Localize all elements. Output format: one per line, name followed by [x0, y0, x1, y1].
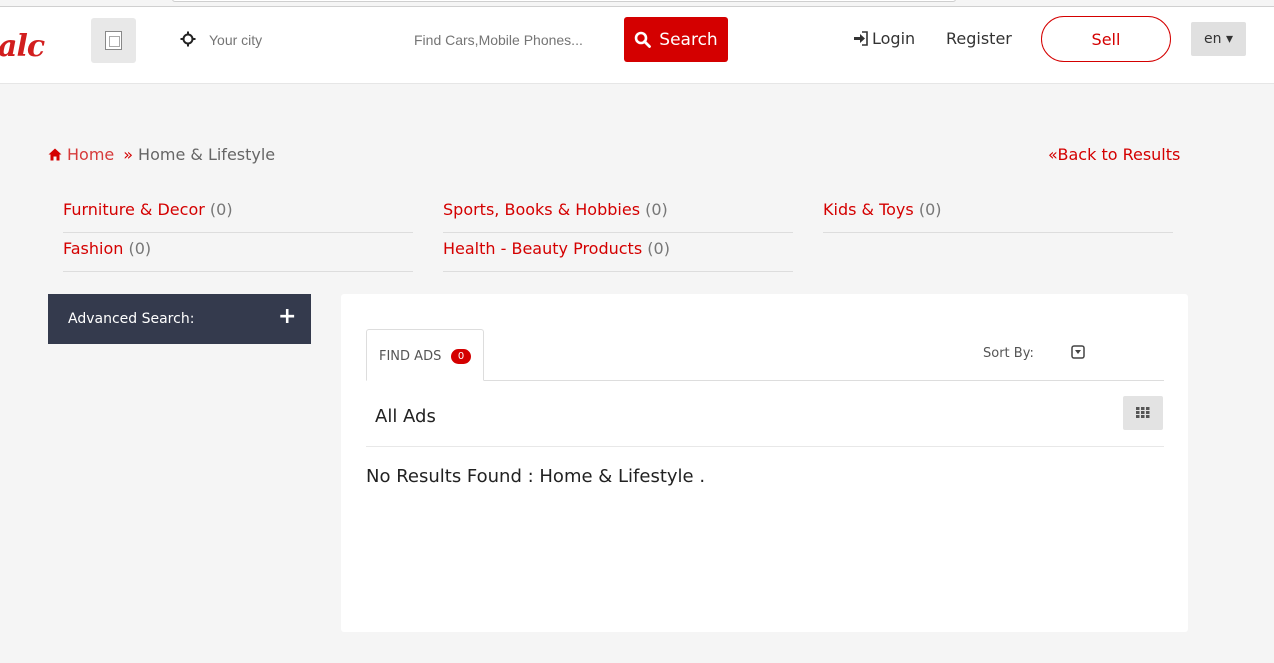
login-label: Login — [872, 29, 916, 48]
breadcrumb-separator: » — [123, 145, 134, 164]
category-item[interactable]: Kids & Toys (0) — [823, 194, 1173, 233]
advanced-search-label: Advanced Search: — [68, 311, 195, 327]
broken-image-icon — [91, 18, 136, 63]
results-panel: FIND ADS 0 Sort By: All Ads No Results F… — [341, 294, 1188, 632]
browser-top-box — [172, 0, 956, 2]
sell-button[interactable]: Sell — [1041, 16, 1171, 62]
search-button-label: Search — [659, 29, 718, 50]
tab-find-ads[interactable]: FIND ADS 0 — [366, 329, 484, 381]
plus-icon[interactable]: + — [278, 304, 296, 329]
grid-view-button[interactable] — [1123, 396, 1163, 430]
search-bar — [171, 17, 624, 62]
search-icon — [634, 31, 652, 48]
sign-in-icon — [854, 31, 868, 46]
tabs-divider — [366, 380, 1164, 381]
city-input[interactable] — [209, 29, 399, 51]
search-button[interactable]: Search — [624, 17, 728, 62]
category-name[interactable]: Fashion — [63, 239, 123, 258]
login-link[interactable]: Login — [853, 29, 915, 48]
sort-dropdown-icon[interactable] — [1071, 345, 1085, 359]
tab-label: FIND ADS — [379, 349, 442, 364]
category-name[interactable]: Kids & Toys — [823, 200, 914, 219]
category-name[interactable]: Health - Beauty Products — [443, 239, 642, 258]
category-item[interactable]: Health - Beauty Products (0) — [443, 233, 793, 272]
breadcrumb: Home » Home & Lifestyle — [48, 145, 275, 164]
category-count: (0) — [918, 200, 942, 219]
category-item[interactable]: Fashion (0) — [63, 233, 413, 272]
category-item[interactable]: Sports, Books & Hobbies (0) — [443, 194, 793, 233]
back-to-results-link[interactable]: «Back to Results — [1048, 145, 1180, 164]
results-divider — [366, 446, 1164, 447]
site-logo[interactable]: alc — [0, 29, 45, 64]
language-dropdown[interactable]: en ▾ — [1191, 22, 1246, 56]
category-name[interactable]: Sports, Books & Hobbies — [443, 200, 640, 219]
home-icon — [48, 148, 62, 161]
result-count-badge: 0 — [451, 349, 471, 364]
advanced-search-toggle[interactable]: Advanced Search: + — [48, 294, 311, 344]
grid-icon — [1136, 407, 1150, 418]
site-header: alc Search Login Register Sell en ▾ — [0, 7, 1274, 84]
sort-by-label: Sort By: — [983, 346, 1034, 361]
category-count: (0) — [128, 239, 152, 258]
results-heading: All Ads — [375, 406, 436, 427]
category-count: (0) — [645, 200, 668, 219]
register-link[interactable]: Register — [946, 29, 1012, 48]
category-name[interactable]: Furniture & Decor — [63, 200, 205, 219]
category-item[interactable]: Furniture & Decor (0) — [63, 194, 413, 233]
search-input[interactable] — [414, 29, 619, 51]
category-count: (0) — [209, 200, 233, 219]
breadcrumb-current: Home & Lifestyle — [138, 145, 276, 164]
crosshair-icon[interactable] — [180, 31, 196, 47]
no-results-message: No Results Found : Home & Lifestyle . — [366, 466, 706, 487]
breadcrumb-home[interactable]: Home — [67, 145, 114, 164]
category-count: (0) — [647, 239, 670, 258]
